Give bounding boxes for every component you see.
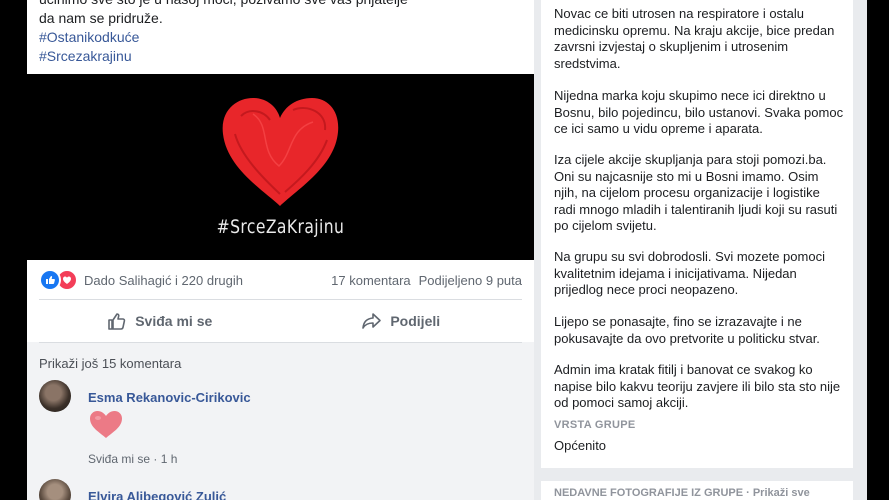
about-paragraph: Nijedna marka koju skupimo nece ici dire… xyxy=(554,88,844,136)
stats-divider xyxy=(39,299,522,300)
comment-author[interactable]: Esma Rekanovic-Cirikovic xyxy=(88,390,251,405)
shares-count[interactable]: Podijeljeno 9 puta xyxy=(419,273,522,288)
group-post: učinimo sve što je u našoj moći, pozivam… xyxy=(27,0,534,500)
post-text-line: da nam se pridruže. xyxy=(39,10,163,26)
post-text: učinimo sve što je u našoj moći, pozivam… xyxy=(27,0,534,66)
like-button[interactable]: Sviđa mi se xyxy=(39,303,281,339)
actions-divider xyxy=(39,342,522,343)
comment-like-link[interactable]: Sviđa mi se xyxy=(88,452,150,466)
comment-time[interactable]: 1 h xyxy=(161,452,178,466)
group-about-panel: Novac ce biti utrosen na respiratore i o… xyxy=(541,0,853,468)
about-paragraph: Na grupu su svi dobrodosli. Svi mozete p… xyxy=(554,249,825,297)
right-letterbox xyxy=(867,0,889,500)
avatar[interactable] xyxy=(39,479,71,500)
about-paragraph: Iza cijele akcije skupljanja para stoji … xyxy=(554,152,838,233)
post-text-cut-line: učinimo sve što je u našoj moći, pozivam… xyxy=(39,0,522,9)
heart-emoji-icon xyxy=(89,410,123,445)
facebook-group-page: učinimo sve što je u našoj moći, pozivam… xyxy=(0,0,889,500)
about-paragraph: Admin ima kratak fitilj i banovat ce sva… xyxy=(554,362,841,410)
reactions-text[interactable]: Dado Salihagić i 220 drugih xyxy=(84,273,243,288)
comments-count[interactable]: 17 komentara xyxy=(331,273,411,288)
recent-photos-heading[interactable]: NEDAVNE FOTOGRAFIJE IZ GRUPE · Prikaži s… xyxy=(554,487,810,499)
hashtag-srcezakrajinu[interactable]: #Srcezakrajinu xyxy=(39,47,522,66)
reaction-icons[interactable] xyxy=(39,269,78,291)
post-stats: Dado Salihagić i 220 drugih 17 komentara… xyxy=(39,266,522,294)
about-paragraph: Lijepo se ponasajte, fino se izrazavajte… xyxy=(554,314,820,346)
left-letterbox xyxy=(0,0,27,500)
post-image[interactable]: #SrceZaKrajinu xyxy=(27,74,534,260)
post-actions: Sviđa mi se Podijeli xyxy=(39,303,522,339)
group-type-label: VRSTA GRUPE xyxy=(554,419,636,431)
about-paragraph: Novac ce biti utrosen na respiratore i o… xyxy=(554,6,835,71)
like-reaction-icon xyxy=(39,269,61,291)
share-arrow-icon xyxy=(362,313,382,329)
image-caption: #SrceZaKrajinu xyxy=(216,216,345,238)
like-button-label: Sviđa mi se xyxy=(135,313,213,329)
share-button[interactable]: Podijeli xyxy=(281,303,523,339)
group-type-value: Općenito xyxy=(554,438,607,453)
more-comments-link[interactable]: Prikaži još 15 komentara xyxy=(39,356,181,371)
comments-section: Prikaži još 15 komentara Esma Rekanovic-… xyxy=(27,342,534,500)
recent-photos-panel: NEDAVNE FOTOGRAFIJE IZ GRUPE · Prikaži s… xyxy=(541,481,853,500)
comment-author[interactable]: Elvira Alibegović Zulić xyxy=(88,489,226,500)
comment-meta: Sviđa mi se · 1 h xyxy=(88,452,178,466)
avatar[interactable] xyxy=(39,380,71,412)
thumbs-up-icon xyxy=(108,313,126,330)
share-button-label: Podijeli xyxy=(390,313,441,329)
hashtag-ostanikodkuce[interactable]: #Ostanikodkuće xyxy=(39,28,522,47)
